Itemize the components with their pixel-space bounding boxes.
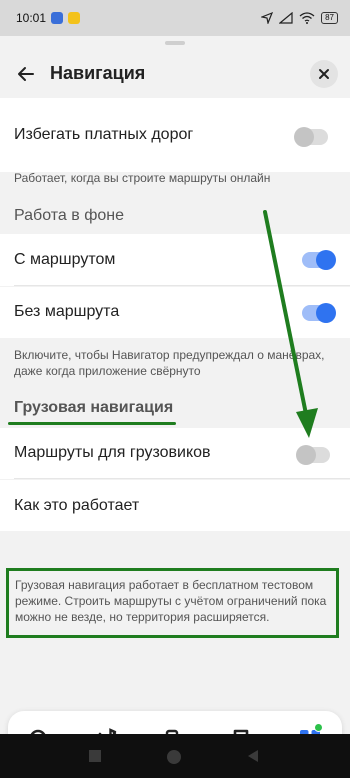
how-it-works-row[interactable]: Как это работает — [0, 480, 350, 531]
location-icon — [261, 12, 274, 24]
navigator-notification-icon — [68, 12, 81, 24]
annotation-box: Грузовая навигация работает в бесплатном… — [6, 568, 339, 638]
settings-sheet: Навигация Избегать платных дорог Работае… — [0, 36, 350, 769]
truck-hint: Грузовая навигация работает в бесплатном… — [15, 578, 327, 624]
recents-icon[interactable] — [88, 749, 102, 763]
how-it-works-link[interactable]: Как это работает — [14, 497, 139, 515]
system-nav-bar — [0, 734, 350, 778]
battery-icon: 87 — [321, 12, 338, 24]
status-time: 10:01 — [16, 11, 47, 25]
back-icon[interactable] — [246, 749, 260, 763]
status-left: 10:01 — [16, 11, 81, 25]
notification-icon — [51, 12, 64, 24]
home-icon[interactable] — [166, 749, 182, 765]
status-bar: 10:01 87 — [0, 0, 350, 36]
status-right: 87 — [261, 12, 338, 24]
annotation-arrow — [263, 210, 318, 438]
notification-dot — [314, 723, 323, 732]
wifi-icon — [299, 12, 315, 24]
signal-icon — [279, 12, 293, 24]
